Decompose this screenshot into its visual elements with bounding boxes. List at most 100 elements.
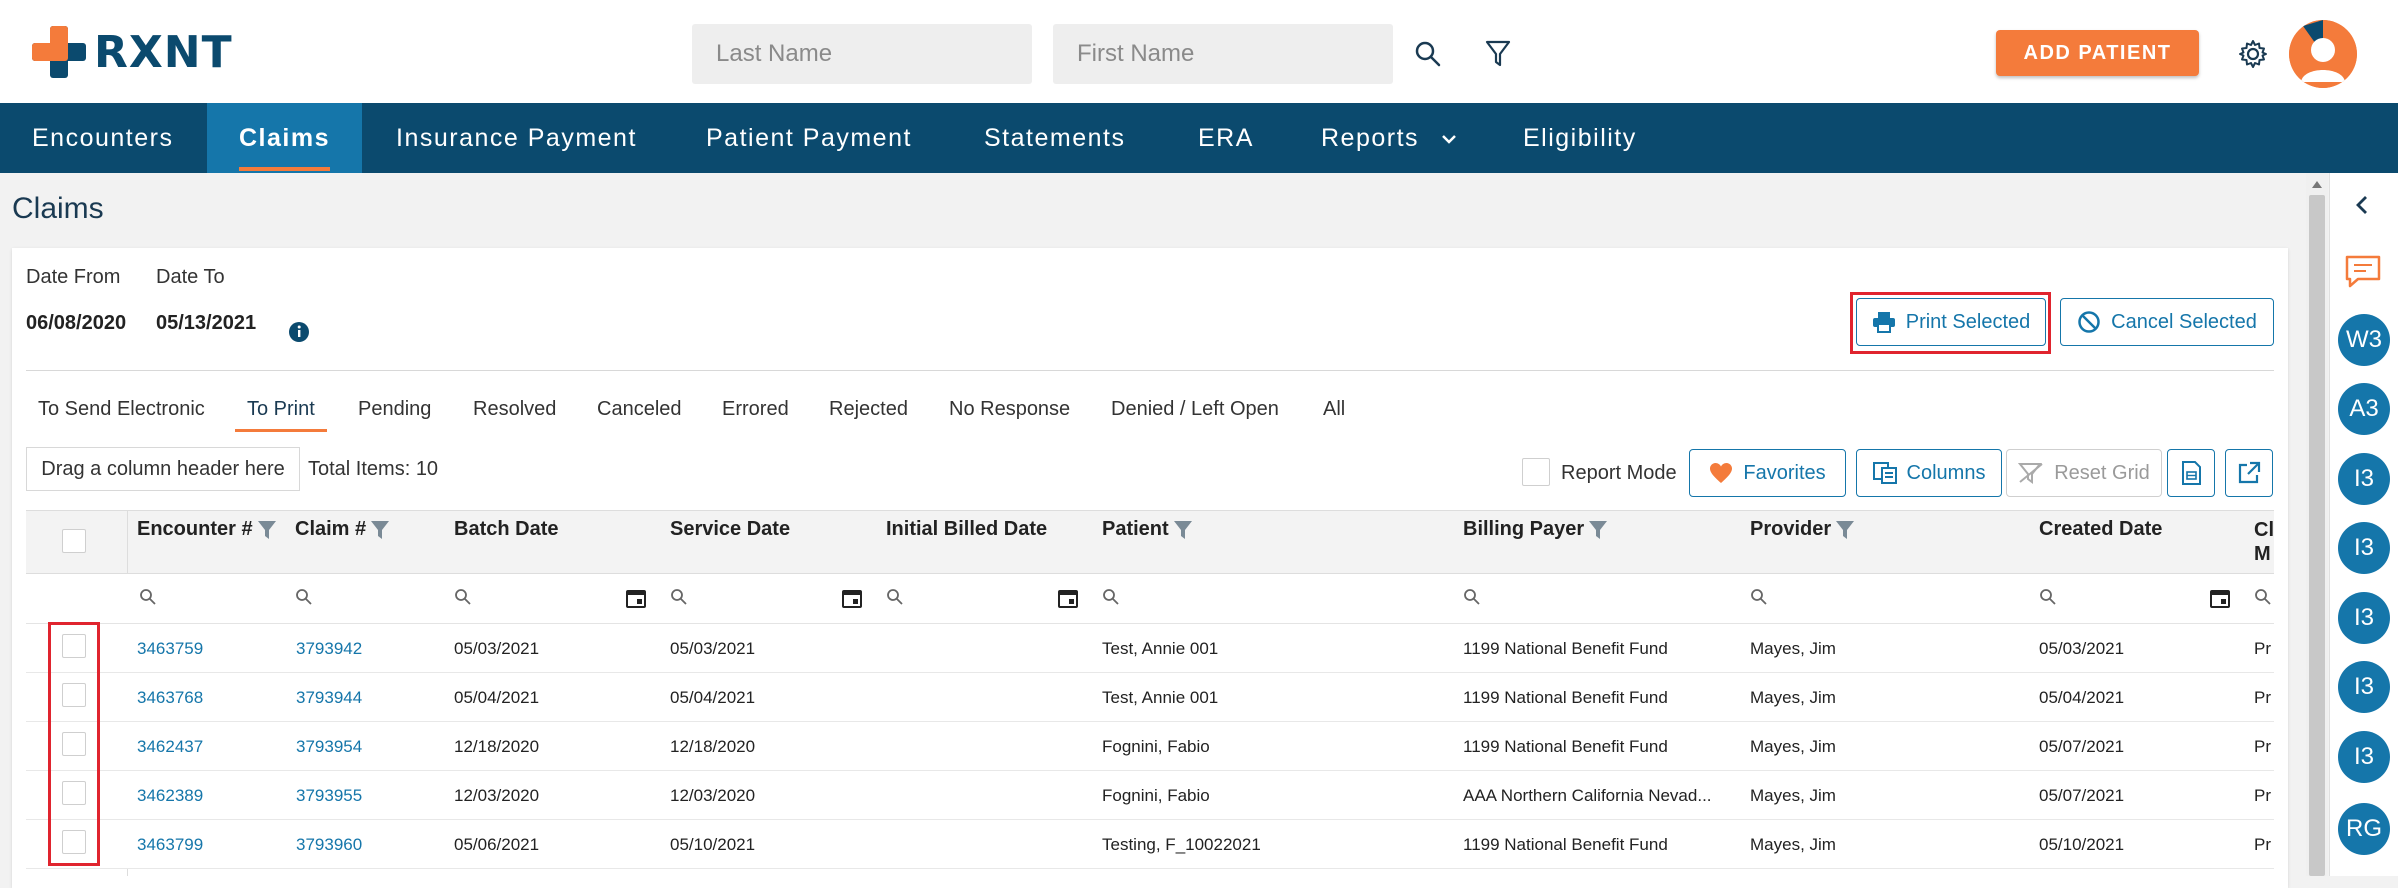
claim-link[interactable]: 3793954 [296, 737, 362, 757]
scroll-up-arrow-icon[interactable] [2311, 179, 2323, 189]
export-button[interactable] [2225, 449, 2273, 497]
claim-link[interactable]: 3793944 [296, 688, 362, 708]
calendar-icon[interactable] [2210, 588, 2230, 608]
date-to-value[interactable]: 05/13/2021 [156, 312, 256, 335]
col-header-billing-payer[interactable]: Billing Payer [1463, 518, 1608, 541]
columns-button[interactable]: Columns [1856, 449, 2002, 497]
filter-icon[interactable] [1478, 34, 1518, 74]
table-row[interactable]: 3463799 3793960 05/06/2021 05/10/2021 Te… [26, 820, 2274, 869]
filter-icon[interactable] [370, 520, 390, 540]
reset-grid-button[interactable]: Reset Grid [2006, 449, 2162, 497]
search-icon[interactable] [670, 588, 688, 606]
col-header-truncated[interactable]: Cl M [2254, 518, 2274, 566]
calendar-icon[interactable] [1058, 588, 1078, 608]
col-header-patient[interactable]: Patient [1102, 518, 1193, 541]
patient-name: Fognini, Fabio [1102, 786, 1210, 805]
tab-to-print[interactable]: To Print [235, 398, 327, 432]
nav-statements[interactable]: Statements [952, 103, 1157, 173]
col-header-claim[interactable]: Claim # [295, 518, 390, 541]
tab-no-response[interactable]: No Response [949, 398, 1070, 431]
search-icon[interactable] [1408, 34, 1448, 74]
claim-link[interactable]: 3793960 [296, 835, 362, 855]
table-row[interactable]: 3462389 3793955 12/03/2020 12/03/2020 Fo… [26, 771, 2274, 820]
col-header-service-date[interactable]: Service Date [670, 518, 790, 541]
nav-eligibility[interactable]: Eligibility [1491, 103, 1669, 173]
search-icon[interactable] [2039, 588, 2057, 606]
service-date: 05/03/2021 [670, 639, 756, 658]
nav-era[interactable]: ERA [1166, 103, 1286, 173]
info-icon[interactable] [288, 321, 310, 348]
encounter-link[interactable]: 3462437 [137, 737, 203, 757]
col-header-batch-date[interactable]: Batch Date [454, 518, 558, 541]
encounter-link[interactable]: 3462389 [137, 786, 203, 806]
group-drag-area[interactable]: Drag a column header here [26, 447, 300, 491]
search-icon[interactable] [139, 588, 157, 606]
tab-errored[interactable]: Errored [722, 398, 789, 431]
table-row[interactable]: 3462437 3793954 12/18/2020 12/18/2020 Fo… [26, 722, 2274, 771]
calendar-icon[interactable] [842, 588, 862, 608]
tab-resolved[interactable]: Resolved [473, 398, 556, 431]
filter-icon[interactable] [1588, 520, 1608, 540]
table-row[interactable]: 3463768 3793944 05/04/2021 05/04/2021 Te… [26, 673, 2274, 722]
tab-to-send-electronic[interactable]: To Send Electronic [38, 398, 205, 431]
add-patient-button[interactable]: ADD PATIENT [1996, 30, 2199, 76]
filter-icon[interactable] [1835, 520, 1855, 540]
encounter-link[interactable]: 3463799 [137, 835, 203, 855]
truncated-cell: Pr [2254, 835, 2271, 854]
search-icon[interactable] [1750, 588, 1768, 606]
sidebar-item-i3[interactable]: I3 [2338, 661, 2390, 713]
nav-patient-payment[interactable]: Patient Payment [674, 103, 944, 173]
col-header-initial-billed-date[interactable]: Initial Billed Date [886, 518, 1047, 541]
scrollbar-thumb[interactable] [2309, 195, 2325, 876]
tab-pending[interactable]: Pending [358, 398, 431, 431]
tab-all[interactable]: All [1323, 398, 1345, 431]
provider: Mayes, Jim [1750, 688, 1836, 707]
tab-canceled[interactable]: Canceled [597, 398, 682, 431]
nav-encounters[interactable]: Encounters [0, 103, 205, 173]
gear-icon[interactable] [2233, 34, 2273, 74]
filter-icon[interactable] [257, 520, 277, 540]
report-mode-checkbox[interactable] [1522, 458, 1550, 486]
search-icon[interactable] [2254, 588, 2272, 606]
search-icon[interactable] [1463, 588, 1481, 606]
encounter-link[interactable]: 3463768 [137, 688, 203, 708]
sidebar-item-i3[interactable]: I3 [2338, 522, 2390, 574]
col-header-provider[interactable]: Provider [1750, 518, 1855, 541]
user-avatar-icon[interactable] [2289, 20, 2357, 88]
claim-link[interactable]: 3793955 [296, 786, 362, 806]
search-icon[interactable] [295, 588, 313, 606]
sidebar-item-i3[interactable]: I3 [2338, 453, 2390, 505]
encounter-link[interactable]: 3463759 [137, 639, 203, 659]
filter-icon[interactable] [1173, 520, 1193, 540]
nav-claims[interactable]: Claims [207, 103, 362, 173]
export-excel-button[interactable] [2167, 449, 2215, 497]
chevron-left-icon[interactable] [2354, 195, 2370, 215]
calendar-icon[interactable] [626, 588, 646, 608]
rxnt-logo[interactable]: RXNT [32, 26, 233, 78]
tab-denied-left-open[interactable]: Denied / Left Open [1111, 398, 1279, 431]
first-name-input[interactable] [1053, 24, 1393, 84]
sidebar-item-a3[interactable]: A3 [2338, 383, 2390, 435]
chat-icon[interactable] [2344, 254, 2382, 290]
select-all-checkbox[interactable] [62, 529, 86, 553]
claim-link[interactable]: 3793942 [296, 639, 362, 659]
date-from-value[interactable]: 06/08/2020 [26, 312, 126, 335]
nav-reports[interactable]: Reports [1289, 103, 1468, 173]
col-header-created-date[interactable]: Created Date [2039, 518, 2162, 541]
search-icon[interactable] [886, 588, 904, 606]
table-row[interactable]: 3463759 3793942 05/03/2021 05/03/2021 Te… [26, 624, 2274, 673]
search-icon[interactable] [1102, 588, 1120, 606]
nav-insurance-payment[interactable]: Insurance Payment [364, 103, 669, 173]
sidebar-item-w3[interactable]: W3 [2338, 314, 2390, 366]
favorites-button[interactable]: Favorites [1689, 449, 1846, 497]
billing-payer: 1199 National Benefit Fund [1463, 737, 1668, 756]
sidebar-item-rg[interactable]: RG [2338, 803, 2390, 855]
col-header-encounter[interactable]: Encounter # [137, 518, 277, 541]
columns-icon [1872, 462, 1897, 484]
last-name-input[interactable] [692, 24, 1032, 84]
sidebar-item-i3[interactable]: I3 [2338, 731, 2390, 783]
sidebar-item-i3[interactable]: I3 [2338, 592, 2390, 644]
search-icon[interactable] [454, 588, 472, 606]
tab-rejected[interactable]: Rejected [829, 398, 908, 431]
cancel-selected-button[interactable]: Cancel Selected [2060, 298, 2274, 346]
